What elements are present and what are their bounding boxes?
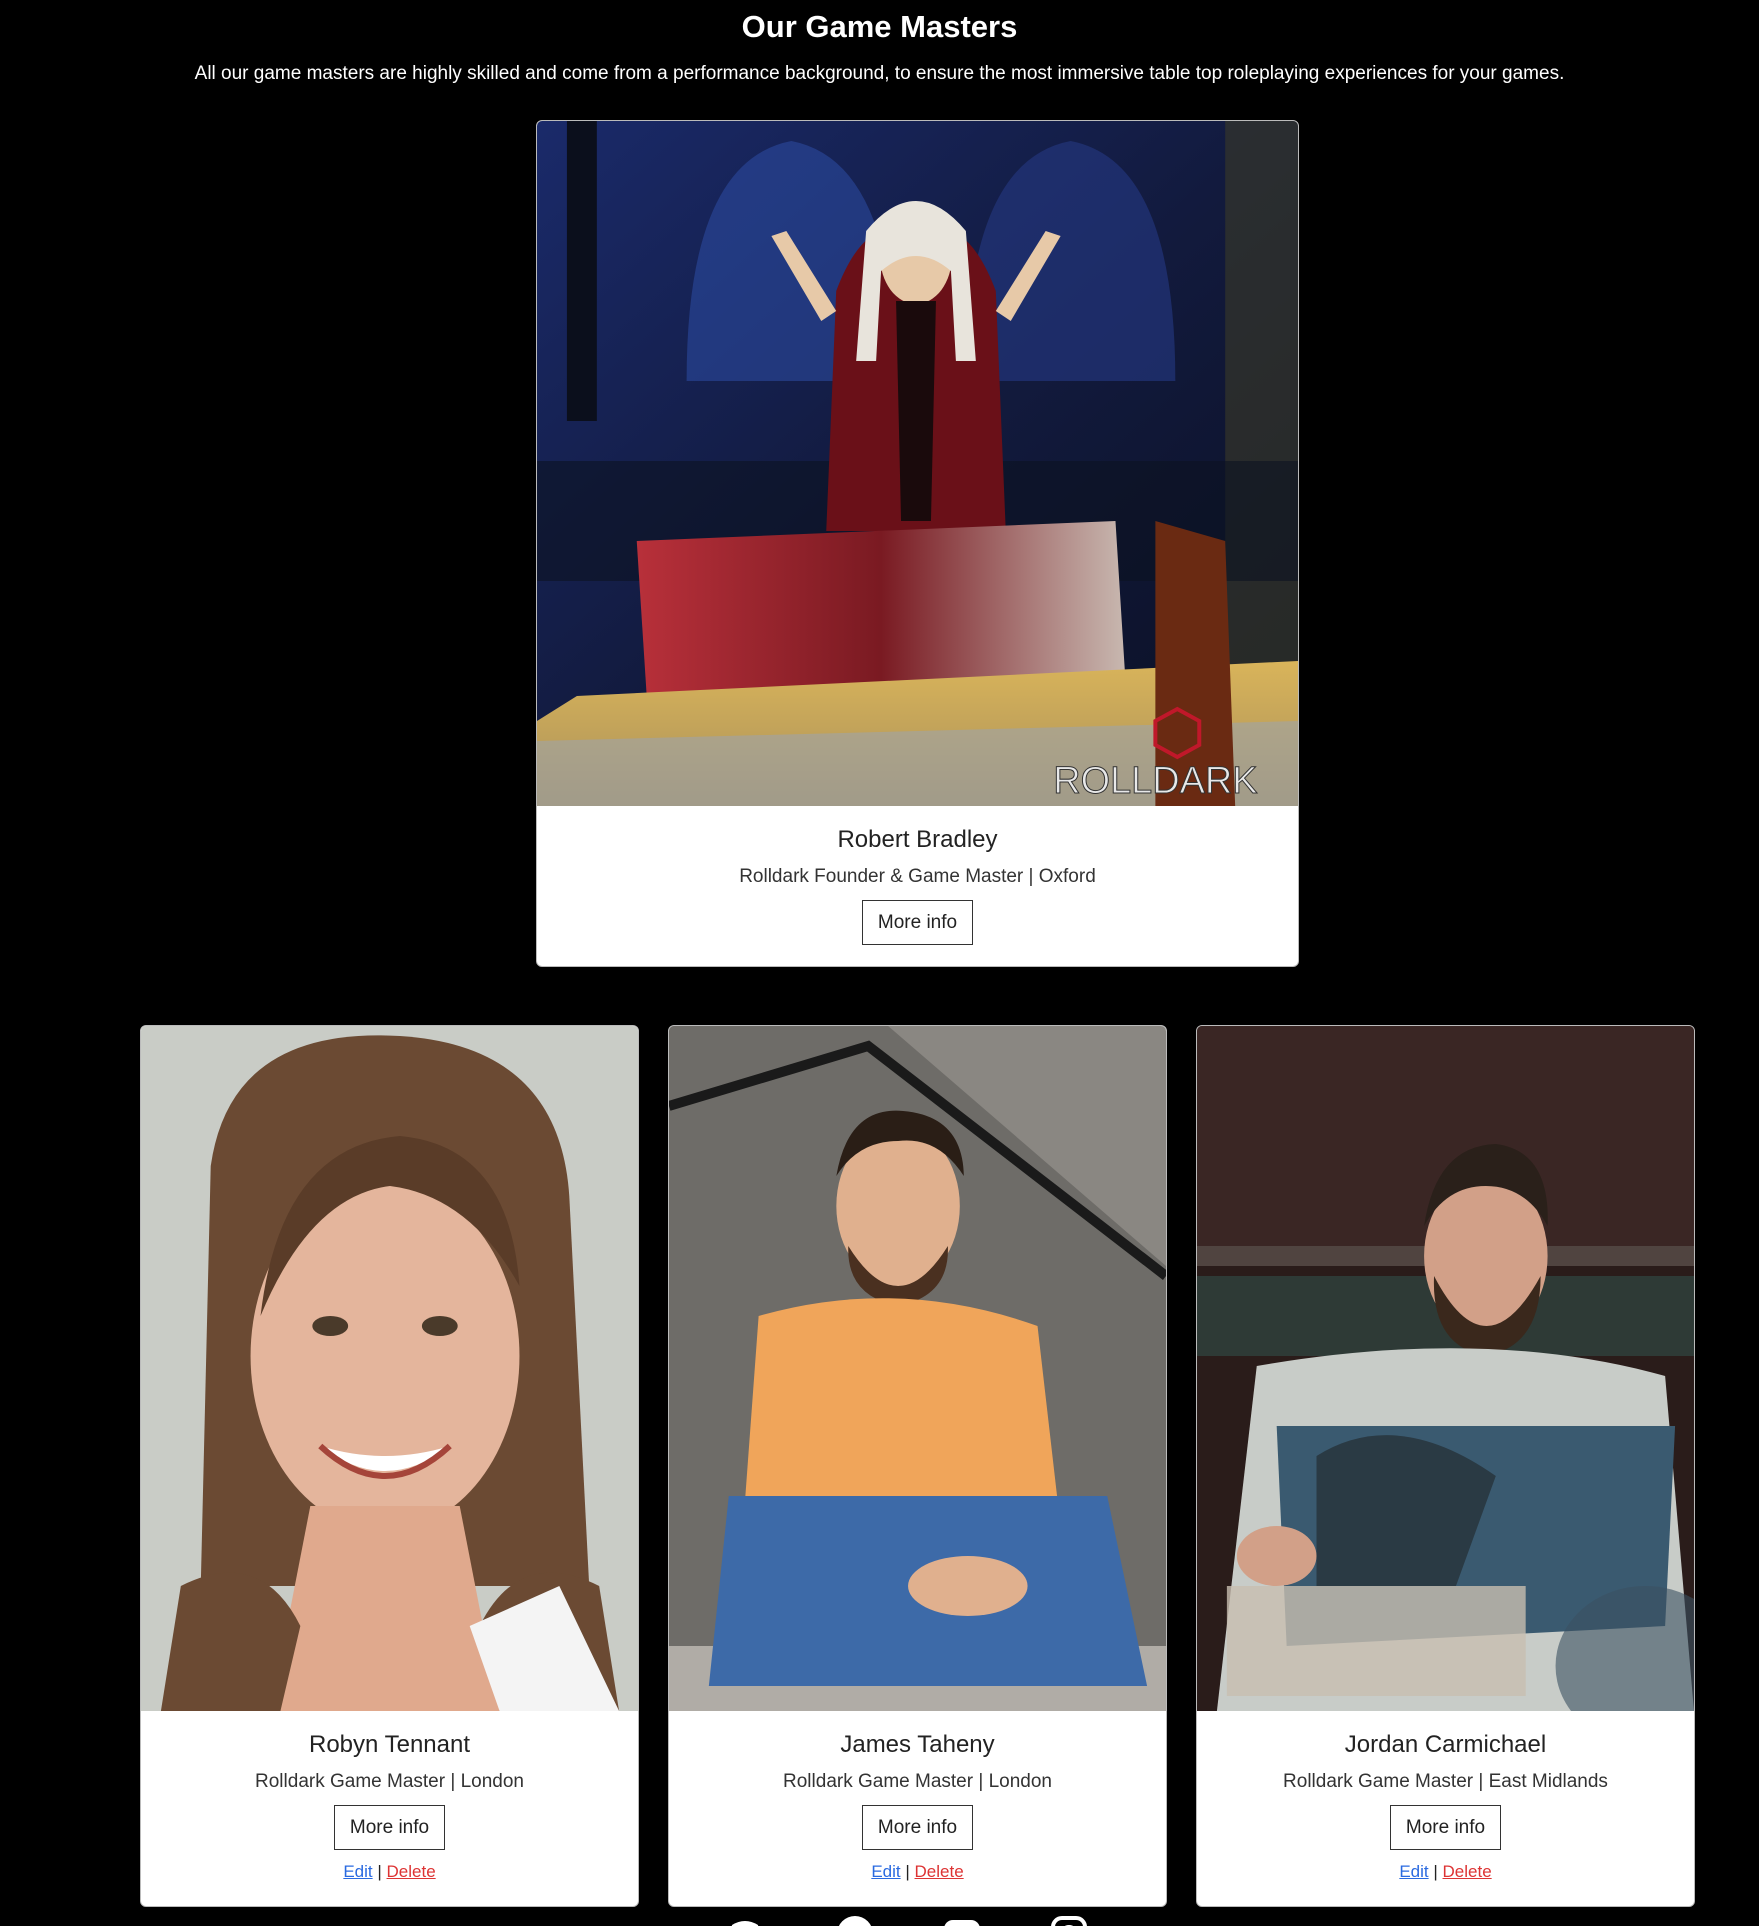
- edit-link[interactable]: Edit: [871, 1862, 900, 1881]
- more-info-button[interactable]: More info: [1389, 1805, 1502, 1850]
- game-master-name: James Taheny: [840, 1731, 995, 1758]
- game-master-role: Rolldark Game Master | London: [783, 1771, 1052, 1792]
- featured-game-master-role: Rolldark Founder & Game Master | Oxford: [739, 866, 1096, 887]
- game-master-photo: [141, 1026, 638, 1711]
- page-subtitle: All our game masters are highly skilled …: [194, 63, 1565, 84]
- facebook-icon[interactable]: [836, 1915, 874, 1926]
- rolldark-watermark: ROLLDARK: [1053, 760, 1257, 802]
- game-master-role: Rolldark Game Master | East Midlands: [1283, 1771, 1608, 1792]
- game-master-photo: [669, 1026, 1166, 1711]
- featured-game-master-photo: ROLLDARK: [537, 121, 1298, 806]
- featured-more-info-button[interactable]: More info: [861, 900, 974, 945]
- edit-link[interactable]: Edit: [343, 1862, 372, 1881]
- featured-game-master-name: Robert Bradley: [837, 826, 998, 853]
- admin-actions: Edit | Delete: [141, 1862, 638, 1882]
- game-master-name: Jordan Carmichael: [1344, 1731, 1547, 1758]
- youtube-icon[interactable]: [943, 1915, 981, 1926]
- delete-link[interactable]: Delete: [387, 1862, 436, 1881]
- game-master-card: Robyn Tennant Rolldark Game Master | Lon…: [140, 1025, 639, 1907]
- action-separator: |: [377, 1862, 382, 1881]
- action-separator: |: [905, 1862, 910, 1881]
- instagram-icon[interactable]: [1050, 1915, 1088, 1926]
- delete-link[interactable]: Delete: [915, 1862, 964, 1881]
- delete-link[interactable]: Delete: [1443, 1862, 1492, 1881]
- edit-link[interactable]: Edit: [1399, 1862, 1428, 1881]
- discord-icon[interactable]: [726, 1915, 764, 1926]
- more-info-button[interactable]: More info: [861, 1805, 974, 1850]
- admin-actions: Edit | Delete: [669, 1862, 1166, 1882]
- social-links: [0, 1905, 1759, 1926]
- admin-actions: Edit | Delete: [1197, 1862, 1694, 1882]
- page-title: Our Game Masters: [741, 9, 1018, 44]
- game-master-role: Rolldark Game Master | London: [255, 1771, 524, 1792]
- game-master-name: Robyn Tennant: [308, 1731, 470, 1758]
- game-master-photo: [1197, 1026, 1694, 1711]
- game-master-card: Jordan Carmichael Rolldark Game Master |…: [1196, 1025, 1695, 1907]
- more-info-button[interactable]: More info: [333, 1805, 446, 1850]
- page-header: Our Game Masters All our game masters ar…: [0, 0, 1759, 86]
- featured-game-master-card: ROLLDARK Robert Bradley Rolldark Founder…: [536, 120, 1299, 967]
- action-separator: |: [1433, 1862, 1438, 1881]
- game-master-card: James Taheny Rolldark Game Master | Lond…: [668, 1025, 1167, 1907]
